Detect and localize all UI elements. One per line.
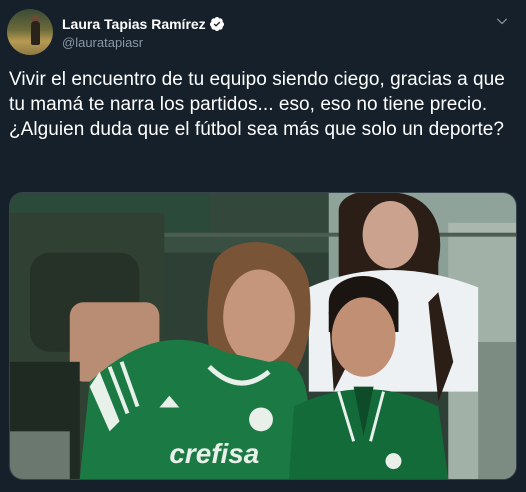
handle[interactable]: @lauratapiasr bbox=[62, 35, 225, 50]
sponsor-text: crefisa bbox=[169, 438, 259, 469]
tweet-header: Laura Tapias Ramírez @lauratapiasr bbox=[7, 9, 225, 55]
avatar-figure bbox=[31, 21, 40, 45]
photo-illustration: crefisa bbox=[10, 193, 516, 479]
tweet-text: Vivir el encuentro de tu equipo siendo c… bbox=[9, 69, 505, 140]
chevron-down-icon[interactable] bbox=[495, 14, 509, 28]
verified-badge-icon bbox=[209, 16, 225, 32]
avatar[interactable] bbox=[7, 9, 53, 55]
tweet-photo[interactable]: crefisa bbox=[9, 192, 517, 480]
display-name[interactable]: Laura Tapias Ramírez bbox=[62, 16, 206, 32]
tweet-card: Laura Tapias Ramírez @lauratapiasr Vivir… bbox=[0, 0, 526, 492]
author-block: Laura Tapias Ramírez @lauratapiasr bbox=[62, 15, 225, 50]
name-row: Laura Tapias Ramírez bbox=[62, 15, 225, 34]
